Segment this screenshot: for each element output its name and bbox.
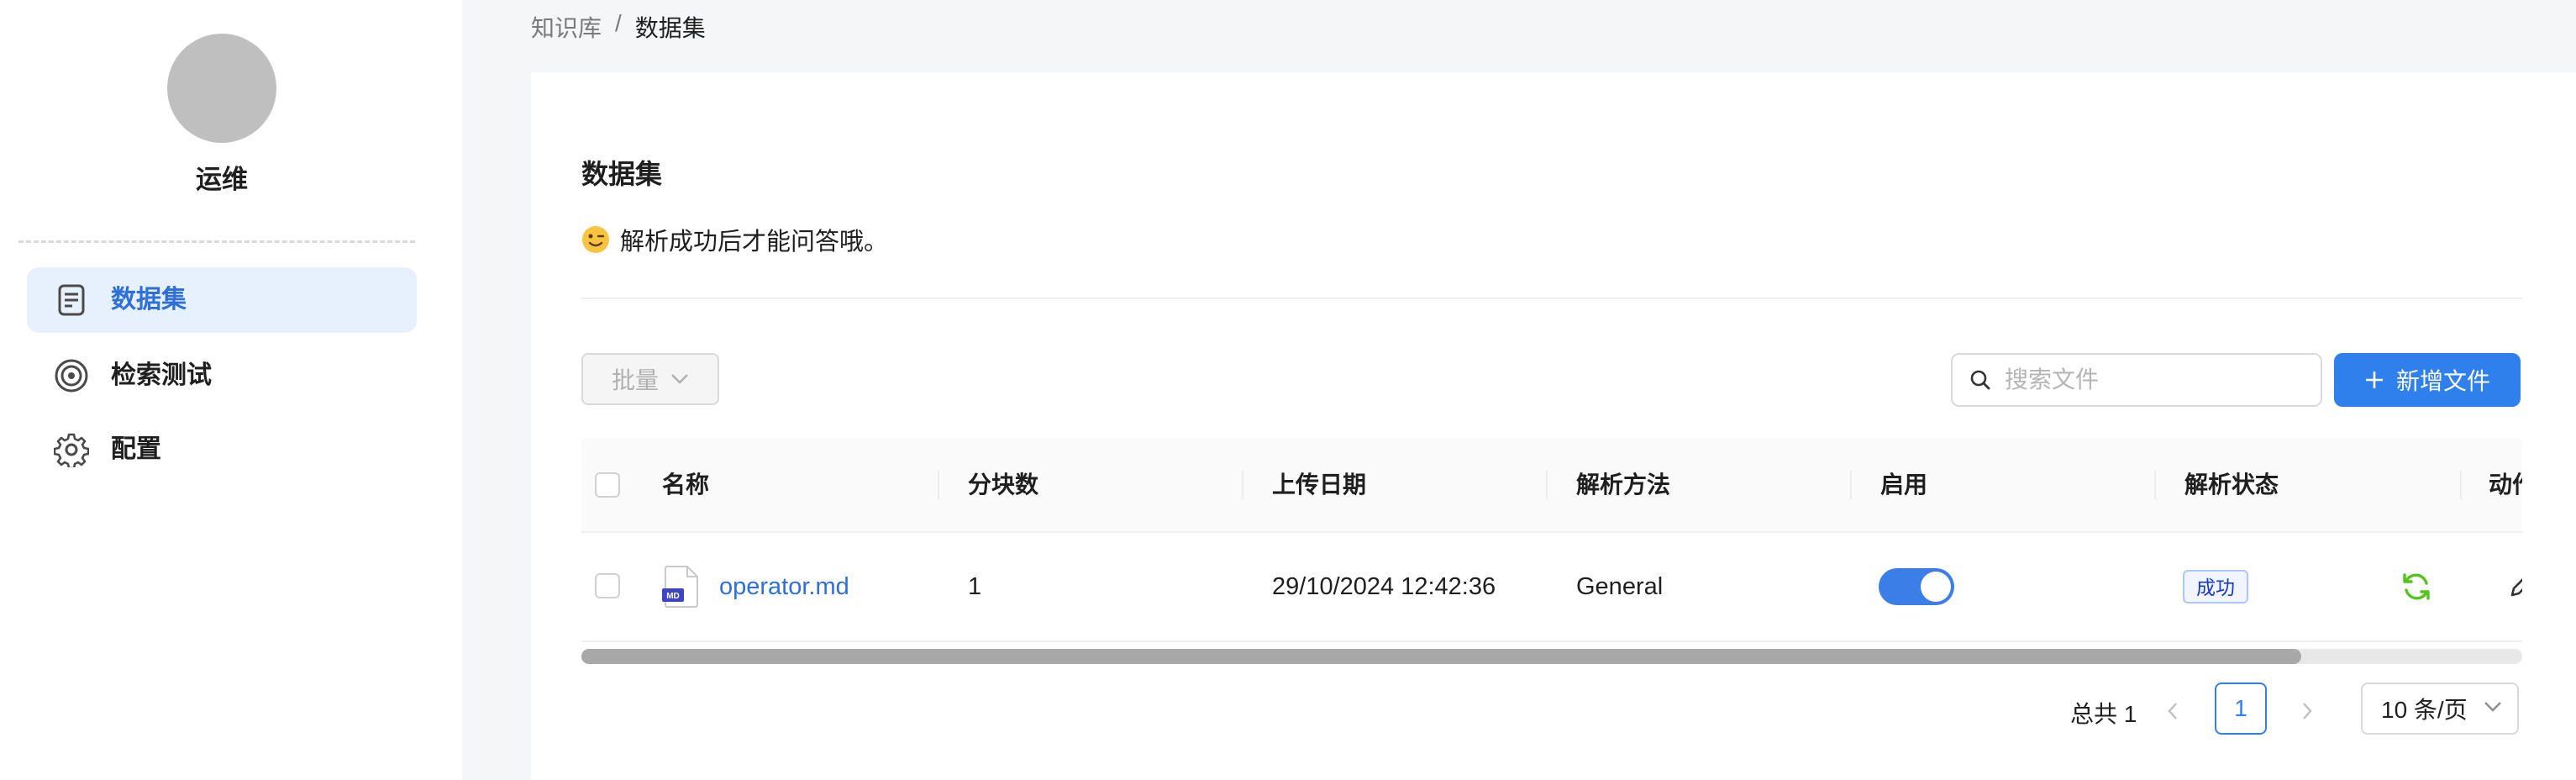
breadcrumb: 知识库 / 数据集 xyxy=(531,10,706,44)
hint-message: 解析成功后才能问答哦。 xyxy=(581,222,888,257)
upload-date: 29/10/2024 12:42:36 xyxy=(1272,573,1496,600)
file-name-link[interactable]: operator.md xyxy=(719,533,849,640)
sidebar-item-label: 检索测试 xyxy=(111,361,212,389)
target-icon xyxy=(55,359,88,393)
column-divider xyxy=(1546,471,1548,499)
page-number-button[interactable]: 1 xyxy=(2215,682,2267,735)
dataset-panel: 数据集 解析成功后才能问答哦。 批量 新增文件 名称 xyxy=(531,72,2576,780)
sidebar-item-retrieval-test[interactable]: 检索测试 xyxy=(27,343,417,408)
page-size-value: 10 条/页 xyxy=(2381,697,2468,723)
table-row: MD operator.md 1 29/10/2024 12:42:36 Gen… xyxy=(581,533,2522,642)
chunk-count: 1 xyxy=(968,573,982,600)
document-icon xyxy=(58,284,85,316)
section-divider xyxy=(581,298,2522,299)
batch-label: 批量 xyxy=(611,367,659,393)
breadcrumb-parent-link[interactable]: 知识库 xyxy=(531,10,602,44)
sidebar: 运维 数据集 检索测试 配置 xyxy=(0,0,462,780)
row-checkbox[interactable] xyxy=(595,573,620,598)
search-icon xyxy=(1970,370,1990,390)
column-divider xyxy=(1242,471,1243,499)
column-header-enabled[interactable]: 启用 xyxy=(1880,439,1927,531)
wink-emoji-icon xyxy=(582,226,609,253)
column-divider xyxy=(2154,471,2156,499)
column-header-parse-status[interactable]: 解析状态 xyxy=(2184,439,2279,531)
status-badge: 成功 xyxy=(2183,570,2248,603)
toggle-knob xyxy=(1921,572,1951,602)
search-input[interactable] xyxy=(2003,366,2309,394)
column-header-chunks[interactable]: 分块数 xyxy=(968,439,1038,531)
add-file-label: 新增文件 xyxy=(2395,368,2490,394)
column-header-actions[interactable]: 动作 xyxy=(2489,439,2522,531)
chevron-right-icon xyxy=(2303,703,2312,719)
plus-icon xyxy=(2365,372,2383,388)
gear-icon xyxy=(54,433,89,467)
hint-text: 解析成功后才能问答哦。 xyxy=(620,229,889,256)
chevron-down-icon xyxy=(671,374,688,384)
column-header-upload-date[interactable]: 上传日期 xyxy=(1272,439,1366,531)
file-table: 名称 分块数 上传日期 解析方法 启用 解析状态 动作 MD operator.… xyxy=(581,439,2522,676)
add-file-button[interactable]: 新增文件 xyxy=(2334,353,2521,407)
scrollbar-thumb[interactable] xyxy=(581,649,2301,664)
next-page-button[interactable] xyxy=(2290,694,2324,728)
parse-method[interactable]: General xyxy=(1576,533,1663,640)
page-size-select[interactable]: 10 条/页 xyxy=(2361,682,2519,735)
breadcrumb-current: 数据集 xyxy=(634,15,706,41)
refresh-icon[interactable] xyxy=(2400,570,2433,603)
column-divider xyxy=(938,471,939,499)
edit-icon[interactable] xyxy=(2505,572,2522,602)
prev-page-button[interactable] xyxy=(2156,694,2190,728)
sidebar-item-dataset[interactable]: 数据集 xyxy=(27,267,417,333)
svg-text:MD: MD xyxy=(666,592,680,601)
table-header: 名称 分块数 上传日期 解析方法 启用 解析状态 动作 xyxy=(581,439,2522,533)
sidebar-divider xyxy=(18,240,415,243)
page-title: 数据集 xyxy=(581,159,663,189)
search-field[interactable] xyxy=(1951,353,2322,407)
sidebar-item-config[interactable]: 配置 xyxy=(27,417,417,482)
column-divider xyxy=(2460,471,2462,499)
sidebar-item-label: 数据集 xyxy=(111,286,187,314)
horizontal-scrollbar[interactable] xyxy=(581,649,2522,664)
knowledge-base-name: 运维 xyxy=(196,165,248,194)
column-header-parse-method[interactable]: 解析方法 xyxy=(1576,439,1670,531)
sidebar-item-label: 配置 xyxy=(111,435,161,463)
avatar xyxy=(167,34,276,143)
column-header-name[interactable]: 名称 xyxy=(662,439,709,531)
column-divider xyxy=(1850,471,1852,499)
batch-dropdown-button[interactable]: 批量 xyxy=(581,353,719,405)
chevron-down-icon xyxy=(2484,702,2501,712)
total-count: 总共 1 xyxy=(2070,701,2137,727)
chevron-left-icon xyxy=(2168,703,2177,719)
select-all-checkbox[interactable] xyxy=(595,472,620,498)
md-file-icon: MD xyxy=(662,566,698,608)
enable-toggle[interactable] xyxy=(1879,568,1954,605)
breadcrumb-separator: / xyxy=(615,10,622,36)
